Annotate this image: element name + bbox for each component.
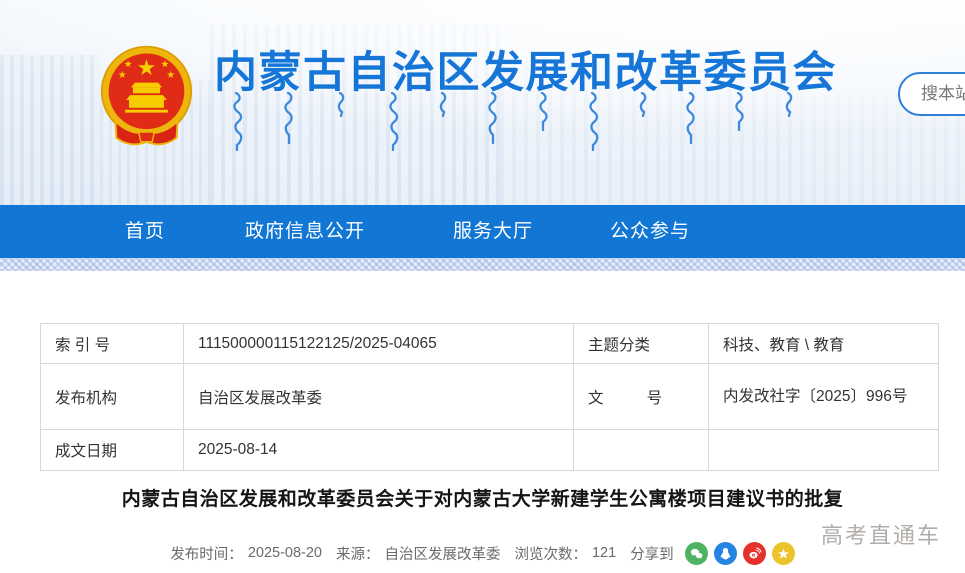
nav-pattern-strip	[0, 258, 965, 271]
empty-cell	[708, 429, 939, 471]
table-row: 发布机构 自治区发展改革委 文 号 内发改社字〔2025〕996号	[40, 363, 939, 430]
nav-item-public-participation[interactable]: 公众参与	[610, 205, 690, 258]
publish-time-value: 2025-08-20	[247, 545, 322, 561]
issuing-agency-label: 发布机构	[40, 363, 184, 430]
views-label: 浏览次数：	[514, 546, 587, 563]
source-label: 来源：	[335, 546, 380, 563]
national-emblem-icon	[100, 45, 193, 146]
document-info-table: 索 引 号 111500000115122125/2025-04065 主题分类…	[40, 323, 939, 471]
nav-item-service-hall[interactable]: 服务大厅	[453, 205, 533, 258]
document-number-label: 文 号	[573, 363, 709, 430]
article-title: 内蒙古自治区发展和改革委员会关于对内蒙古大学新建学生公寓楼项目建议书的批复	[121, 489, 844, 510]
main-nav: 首页 政府信息公开 服务大厅 公众参与	[0, 205, 965, 258]
index-number-value: 111500000115122125/2025-04065	[183, 323, 574, 364]
document-number-value: 内发改社字〔2025〕996号	[708, 363, 939, 430]
publish-time-label: 发布时间：	[170, 546, 243, 563]
topic-category-label: 主题分类	[573, 323, 709, 364]
watermark-text: 高考直通车	[820, 523, 941, 548]
weibo-share-icon[interactable]	[742, 541, 766, 565]
index-number-label: 索 引 号	[40, 323, 184, 364]
issuing-agency-value: 自治区发展改革委	[183, 363, 574, 430]
site-search-box[interactable]	[898, 72, 965, 116]
qzone-share-icon[interactable]	[771, 541, 795, 565]
table-row: 成文日期 2025-08-14	[40, 429, 939, 471]
empty-cell	[573, 429, 709, 471]
mongolian-script-subtitle	[233, 92, 793, 152]
site-title: 内蒙古自治区发展和改革委员会	[214, 49, 837, 97]
source-value: 自治区发展改革委	[384, 546, 501, 563]
topic-category-value: 科技、教育 \ 教育	[708, 323, 939, 364]
nav-item-gov-info[interactable]: 政府信息公开	[245, 205, 365, 258]
share-label: 分享到	[630, 546, 674, 563]
qq-share-icon[interactable]	[713, 541, 737, 565]
page: 内蒙古自治区发展和改革委员会 首页 政府信息公开 服务大厅 公众参与	[0, 0, 965, 573]
views-value: 121	[591, 545, 617, 561]
search-input[interactable]	[921, 84, 965, 104]
issue-date-value: 2025-08-14	[183, 429, 574, 471]
issue-date-label: 成文日期	[40, 429, 184, 471]
site-header: 内蒙古自治区发展和改革委员会	[0, 0, 965, 205]
nav-item-home[interactable]: 首页	[125, 205, 165, 258]
table-row: 索 引 号 111500000115122125/2025-04065 主题分类…	[40, 323, 939, 364]
wechat-share-icon[interactable]	[684, 541, 708, 565]
